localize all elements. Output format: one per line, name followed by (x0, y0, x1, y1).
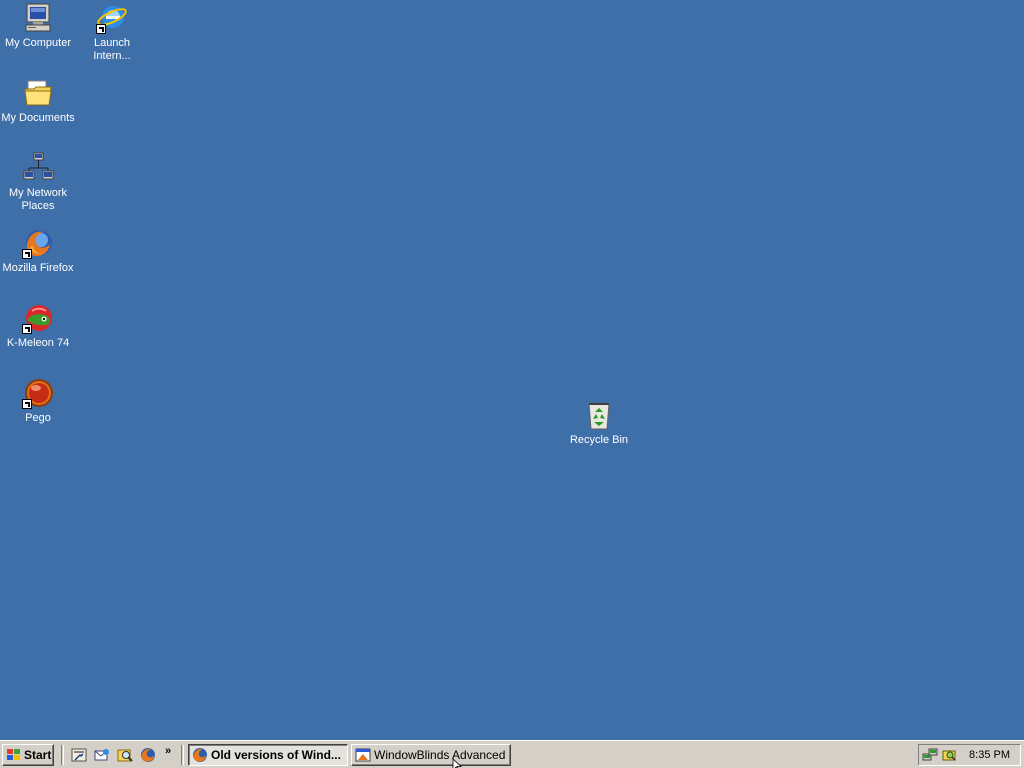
desktop-icon-launch-internet-explorer[interactable]: Launch Intern... (75, 2, 149, 63)
desktop-icon-mozilla-firefox[interactable]: Mozilla Firefox (1, 227, 75, 275)
shortcut-arrow-icon (22, 324, 32, 334)
taskbar: Start » Old versions of Wind... WindowBl… (0, 740, 1024, 768)
task-button-windowblinds-advanced[interactable]: WindowBlinds Advanced ... (351, 744, 511, 766)
desktop-icon-label: My Documents (1, 112, 75, 124)
computer-icon (22, 2, 54, 34)
recycle-bin-icon (583, 399, 615, 431)
windowblinds-icon (355, 747, 371, 763)
task-button-label: Old versions of Wind... (211, 748, 341, 762)
desktop-icon-my-documents[interactable]: My Documents (1, 77, 75, 125)
start-button[interactable]: Start (2, 744, 54, 766)
shortcut-arrow-icon (22, 249, 32, 259)
taskbar-grip[interactable] (181, 745, 184, 765)
show-desktop-icon[interactable] (71, 747, 87, 763)
desktop-icon-pego[interactable]: Pego (1, 377, 75, 425)
shortcut-arrow-icon (96, 24, 106, 34)
search-icon[interactable] (117, 747, 133, 763)
quick-launch-grip[interactable] (61, 745, 64, 765)
desktop-icon-label: K-Meleon 74 (6, 337, 70, 349)
documents-folder-icon (22, 77, 54, 109)
desktop-icon-label: Mozilla Firefox (2, 262, 74, 274)
desktop-icon-label: Launch Intern... (93, 37, 131, 62)
taskbar-clock[interactable]: 8:35 PM (969, 749, 1010, 761)
desktop-icon-recycle-bin[interactable]: Recycle Bin (562, 399, 636, 447)
firefox-icon (192, 747, 208, 763)
internet-explorer-icon (96, 2, 128, 34)
desktop-icon-label: My Computer (4, 37, 72, 49)
system-tray: 8:35 PM (918, 744, 1021, 766)
outlook-express-icon[interactable] (94, 747, 110, 763)
task-button-old-versions-of-windows[interactable]: Old versions of Wind... (188, 744, 348, 766)
windows-logo-icon (7, 749, 21, 761)
desktop-icon-label: Recycle Bin (569, 434, 629, 446)
pego-icon (22, 377, 54, 409)
task-button-label: WindowBlinds Advanced ... (374, 748, 510, 762)
network-icon (22, 152, 54, 184)
desktop-icon-my-computer[interactable]: My Computer (1, 2, 75, 50)
k-meleon-icon (22, 302, 54, 334)
network-tray-icon[interactable] (922, 747, 938, 763)
desktop[interactable]: My Computer Launch Intern... My Document… (0, 0, 1024, 740)
firefox-icon[interactable] (140, 747, 156, 763)
firefox-icon (22, 227, 54, 259)
desktop-icon-label: Pego (25, 412, 51, 424)
security-tray-icon[interactable] (941, 747, 957, 763)
desktop-icon-label: My Network Places (8, 187, 68, 212)
desktop-icon-my-network-places[interactable]: My Network Places (1, 152, 75, 213)
start-label: Start (24, 748, 52, 762)
mouse-cursor-icon (452, 759, 462, 768)
shortcut-arrow-icon (22, 399, 32, 409)
desktop-icon-k-meleon[interactable]: K-Meleon 74 (1, 302, 75, 350)
quick-launch-overflow-button[interactable]: » (165, 745, 171, 757)
